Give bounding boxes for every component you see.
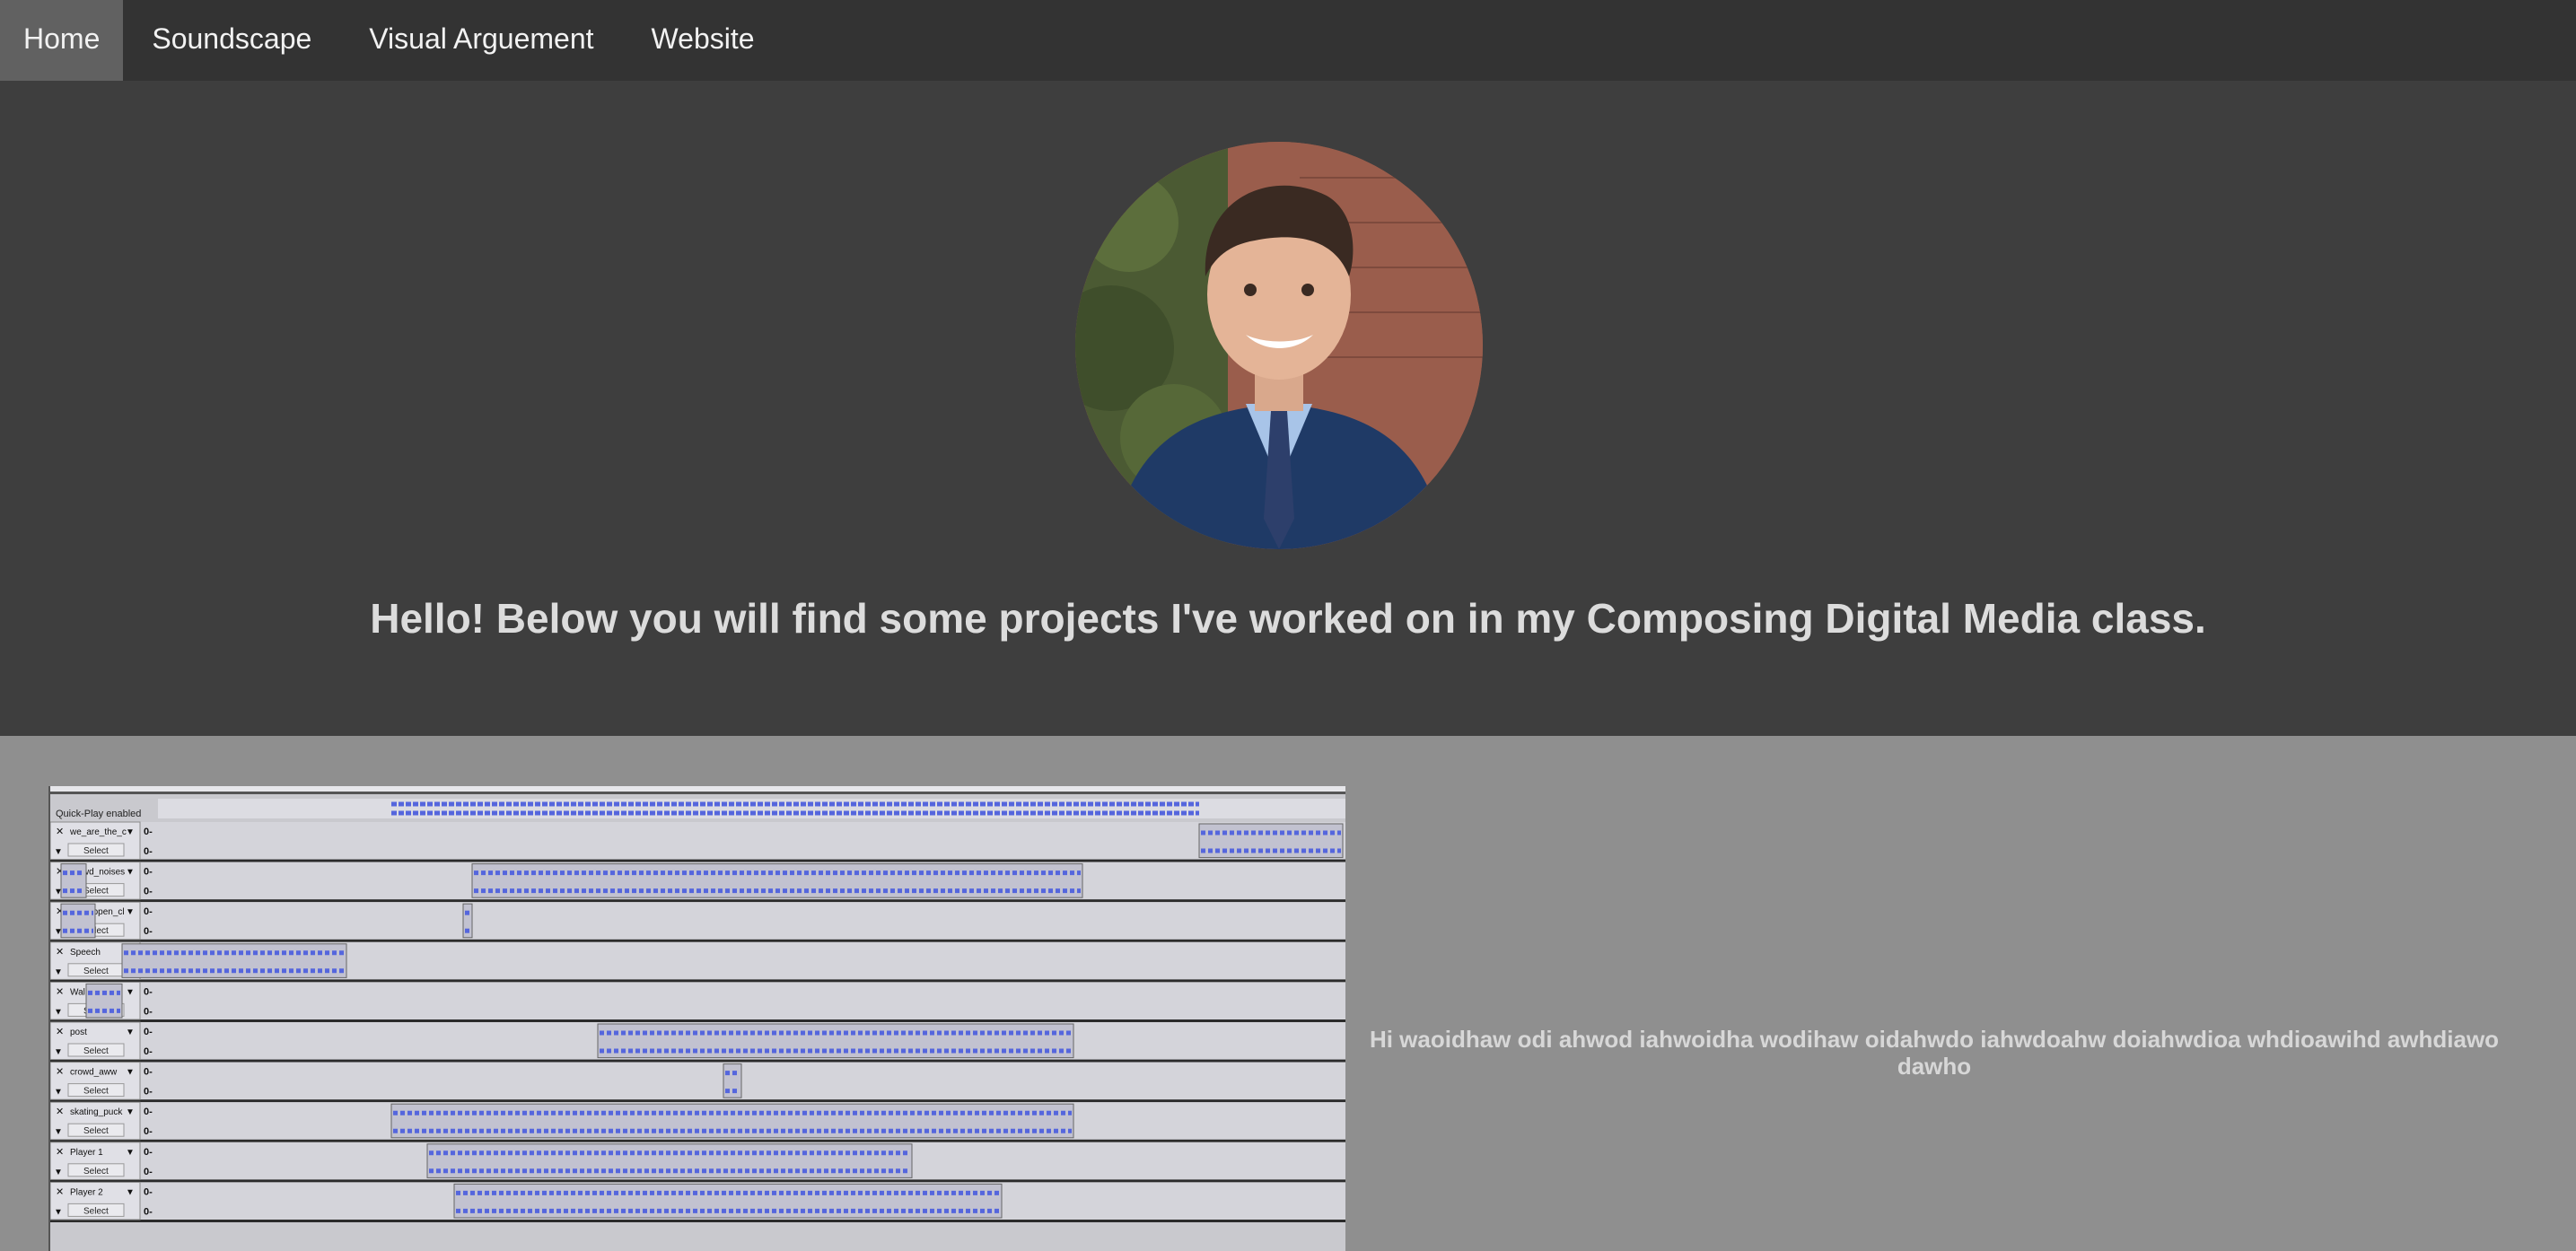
project-section: Quick-Play enabled ✕ we_are_the_c ▼ ▼ Select… — [0, 736, 2576, 1251]
close-icon[interactable]: ✕ — [56, 1067, 64, 1078]
gain-label: 0- — [144, 1126, 153, 1137]
chevron-down-icon[interactable]: ▼ — [54, 1168, 63, 1177]
chevron-down-icon[interactable]: ▼ — [54, 1007, 63, 1017]
gain-label: 0- — [144, 906, 153, 917]
audio-clip[interactable] — [1198, 823, 1344, 859]
chevron-down-icon[interactable]: ▼ — [54, 1047, 63, 1057]
gain-label: 0- — [144, 827, 153, 837]
chevron-down-icon[interactable]: ▼ — [126, 868, 135, 878]
select-button-label: Select — [83, 967, 109, 976]
track-row: ✕ crowd_noises ▼▼ Select0-0- — [50, 862, 1345, 903]
hero-section: Hello! Below you will find some projects… — [0, 81, 2576, 736]
gain-label: 0- — [144, 1087, 153, 1098]
gain-label: 0- — [144, 1167, 153, 1177]
nav-home[interactable]: Home — [0, 0, 124, 81]
page-title: Hello! Below you will find some projects… — [370, 595, 2206, 642]
chevron-down-icon[interactable]: ▼ — [54, 1127, 63, 1137]
track-name: skating_puck — [70, 1107, 123, 1117]
track-name: Speech — [70, 948, 101, 958]
gain-label: 0- — [144, 1027, 153, 1037]
close-icon[interactable]: ✕ — [56, 986, 64, 997]
gain-label: 0- — [144, 887, 153, 897]
top-navigation: Home Soundscape Visual Arguement Website — [0, 0, 2576, 81]
gain-label: 0- — [144, 1006, 153, 1017]
select-button-label: Select — [83, 1046, 109, 1056]
close-icon[interactable]: ✕ — [56, 1027, 64, 1037]
chevron-down-icon[interactable]: ▼ — [126, 987, 135, 997]
nav-visual-arguement[interactable]: Visual Arguement — [340, 0, 622, 81]
chevron-down-icon[interactable]: ▼ — [126, 1187, 135, 1197]
chevron-down-icon[interactable]: ▼ — [126, 827, 135, 837]
multitrack-editor: Quick-Play enabled ✕ we_are_the_c ▼▼ Select… — [50, 786, 1345, 1251]
quickplay-label: Quick-Play enabled — [56, 809, 141, 819]
track-row: ✕Walking▼▼Select0-0- — [50, 981, 1345, 1022]
select-button-label: Select — [83, 1167, 109, 1177]
gain-label: 0- — [144, 986, 153, 997]
nav-website[interactable]: Website — [623, 0, 784, 81]
select-button-label: Select — [83, 887, 109, 897]
chevron-down-icon[interactable]: ▼ — [126, 1068, 135, 1078]
chevron-down-icon[interactable]: ▼ — [126, 1028, 135, 1037]
close-icon[interactable]: ✕ — [56, 1186, 64, 1197]
track-name: Player 2 — [70, 1187, 103, 1197]
gain-label: 0- — [144, 1206, 153, 1217]
track-row: ✕Speech▼▼Select0-0- — [50, 941, 1345, 983]
nav-soundscape[interactable]: Soundscape — [123, 0, 340, 81]
track-row: ✕ crowd_aww ▼ ▼ Select 0- 0- — [50, 1062, 1345, 1103]
profile-photo-illustration — [1075, 142, 1483, 549]
track-row: ✕ post ▼ ▼ Select 0- 0- — [50, 1021, 1345, 1063]
track-name: post — [70, 1028, 87, 1037]
gain-label: 0- — [144, 1107, 153, 1117]
chevron-down-icon[interactable]: ▼ — [54, 1207, 63, 1217]
chevron-down-icon[interactable]: ▼ — [54, 847, 63, 857]
gain-label: 0- — [144, 1147, 153, 1158]
track-name: we_are_the_c — [69, 827, 127, 837]
close-icon[interactable]: ✕ — [56, 1107, 64, 1117]
gain-label: 0- — [144, 846, 153, 857]
chevron-down-icon[interactable]: ▼ — [54, 1088, 63, 1098]
select-button-label: Select — [83, 1206, 109, 1216]
track-row: ✕ door_open_cl ▼▼ Select0-0- — [50, 901, 1345, 942]
track-row: ✕ we_are_the_c ▼▼ Select0-0- — [50, 821, 1345, 862]
track-row: ✕ skating_puck ▼▼ Select0-0- — [50, 1101, 1345, 1142]
chevron-down-icon[interactable]: ▼ — [126, 1107, 135, 1117]
gain-label: 0- — [144, 1186, 153, 1197]
select-button-label: Select — [83, 846, 109, 856]
close-icon[interactable]: ✕ — [56, 1147, 64, 1158]
gain-label: 0- — [144, 1067, 153, 1078]
track-row: ✕ Player 2 ▼ ▼ Select 0- 0- — [50, 1181, 1345, 1222]
track-row: ✕ Player 1 ▼ ▼ Select 0- 0- — [50, 1142, 1345, 1183]
gain-label: 0- — [144, 867, 153, 878]
audacity-screenshot: Quick-Play enabled ✕ we_are_the_c ▼ ▼ Select… — [48, 786, 1345, 1251]
select-button-label: Select — [83, 1087, 109, 1097]
close-icon[interactable]: ✕ — [56, 827, 64, 837]
track-name: Player 1 — [70, 1148, 103, 1158]
gain-label: 0- — [144, 926, 153, 937]
close-icon[interactable]: ✕ — [56, 947, 64, 958]
track-name: crowd_aww — [70, 1068, 118, 1078]
chevron-down-icon[interactable]: ▼ — [126, 1148, 135, 1158]
select-button-label: Select — [83, 1126, 109, 1136]
profile-photo — [1075, 142, 1483, 549]
gain-label: 0- — [144, 1046, 153, 1057]
chevron-down-icon[interactable]: ▼ — [126, 907, 135, 917]
chevron-down-icon[interactable]: ▼ — [54, 967, 63, 977]
project-caption: Hi waoidhaw odi ahwod iahwoidha wodihaw … — [1369, 1026, 2500, 1080]
